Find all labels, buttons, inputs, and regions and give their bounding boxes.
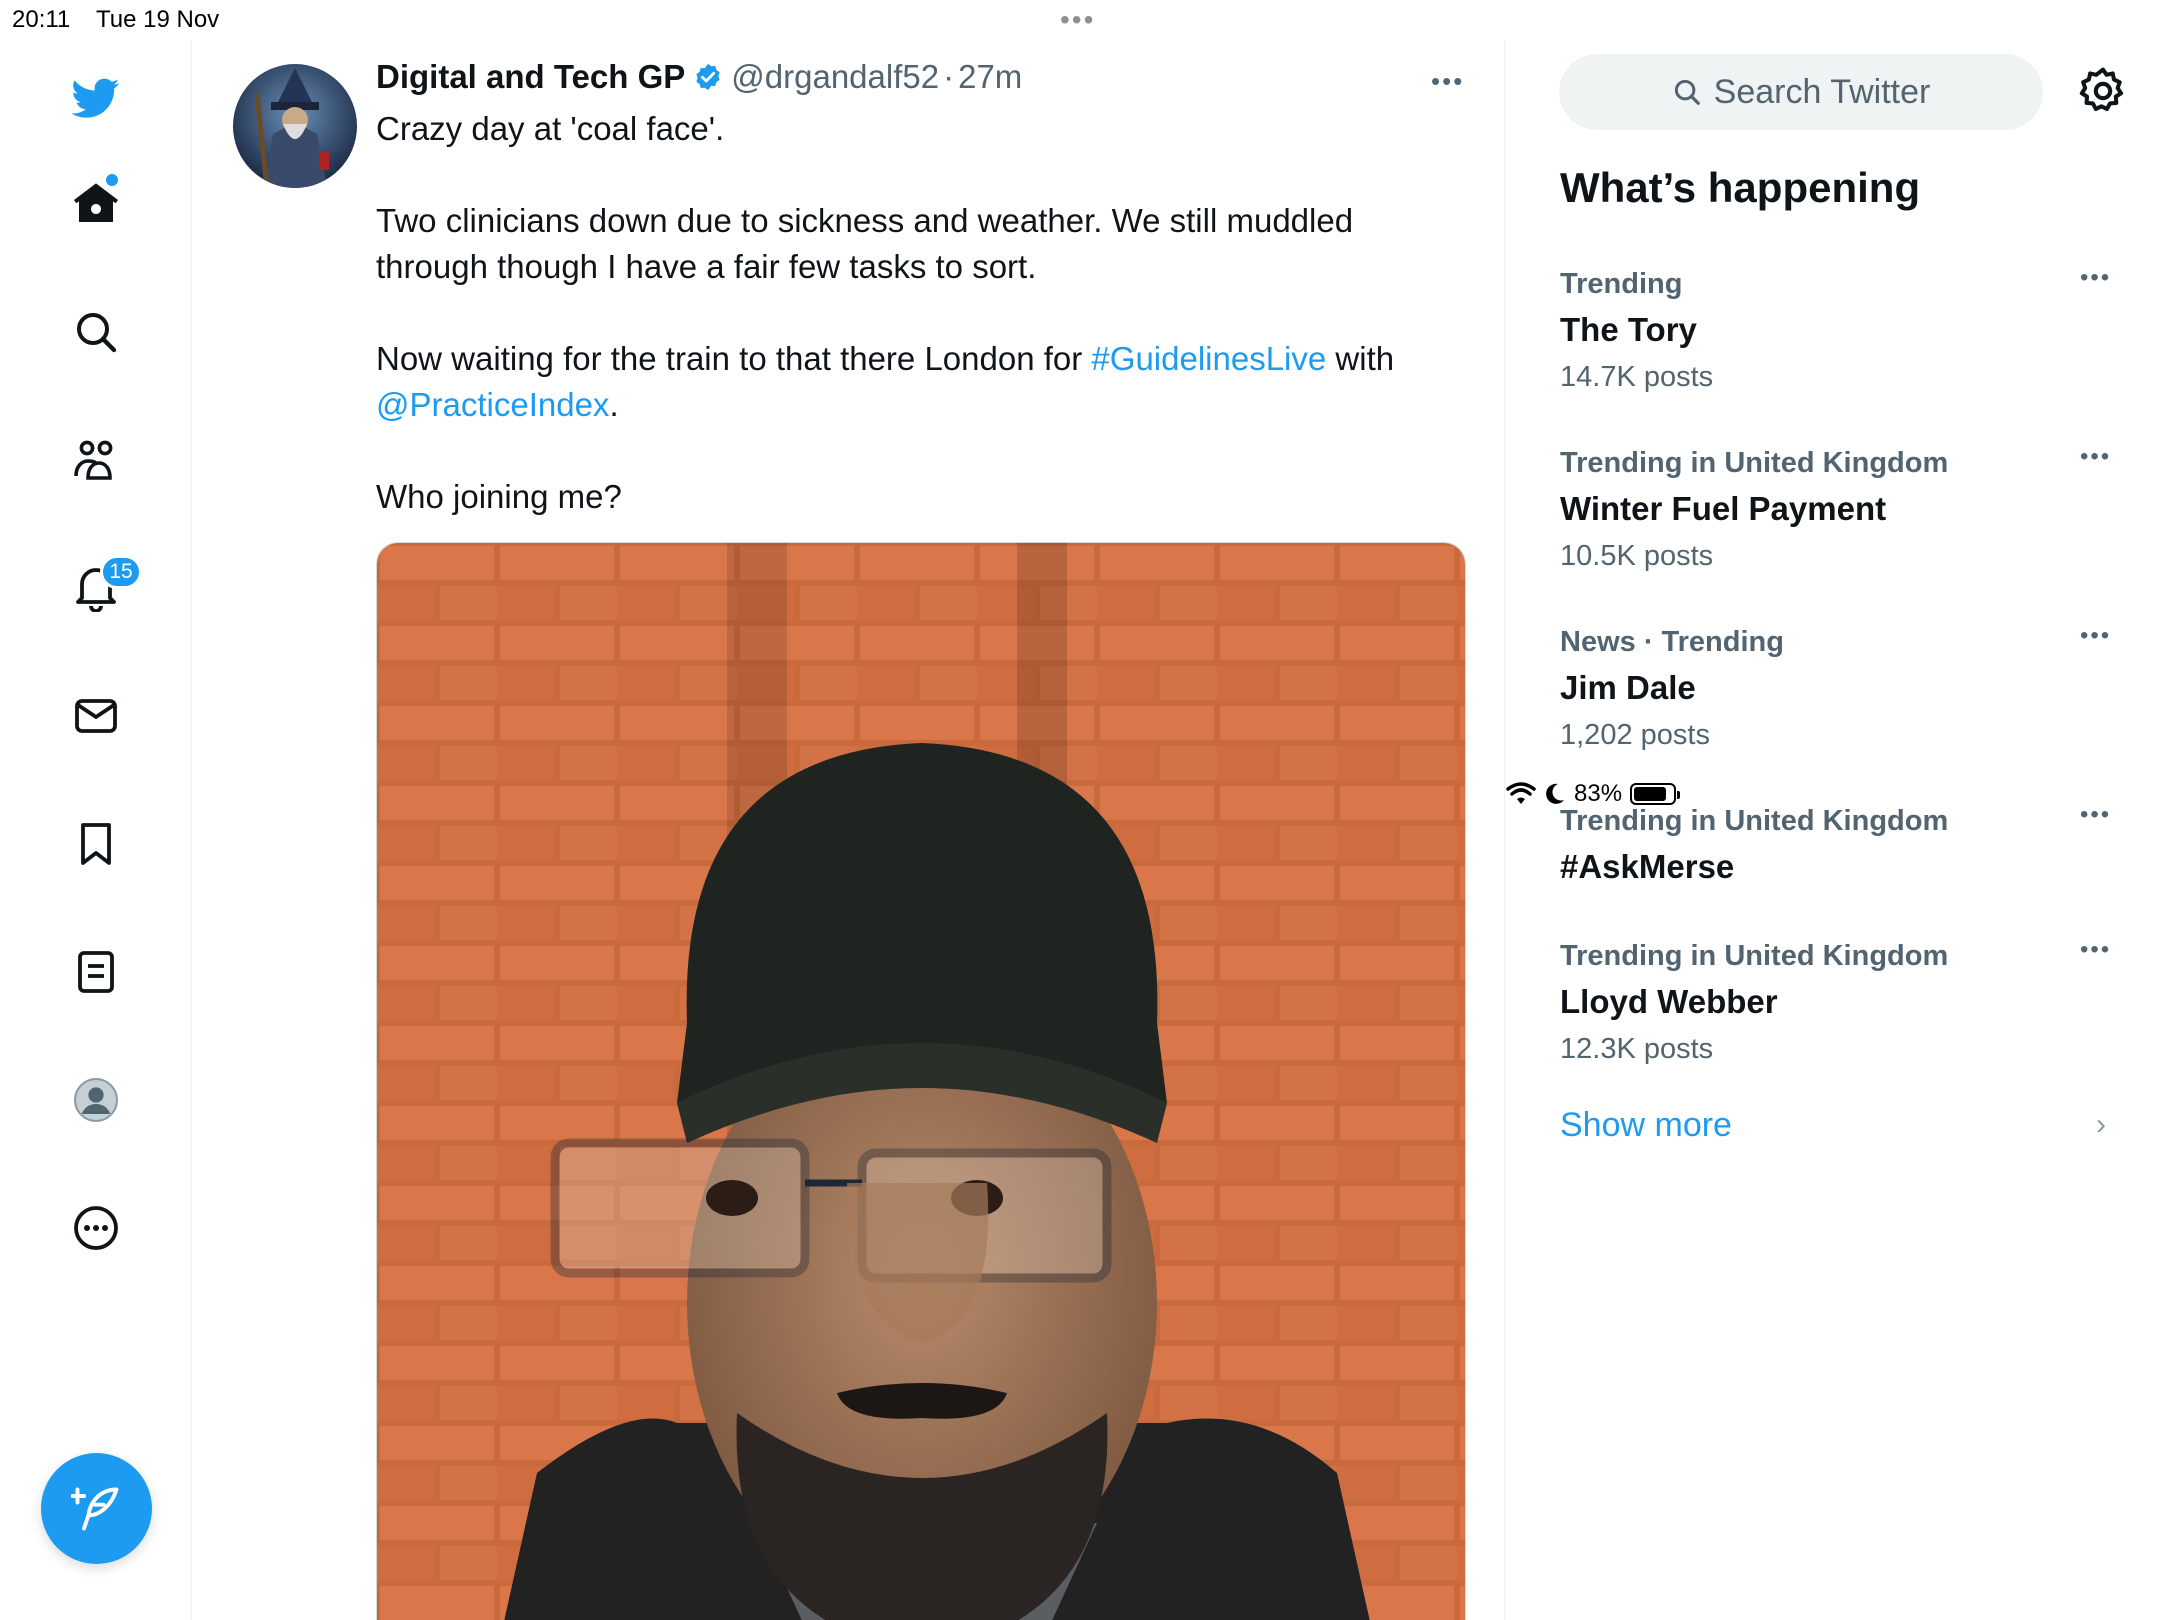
verified-badge-icon <box>696 63 720 91</box>
messages-icon[interactable] <box>66 686 126 746</box>
trend-count: 1,202 posts <box>1560 719 1710 751</box>
trend-more-icon[interactable]: ••• <box>2080 622 2111 650</box>
trend-item[interactable]: Trending in United Kingdom #AskMerse ••• <box>1560 801 2120 886</box>
settings-gear-icon[interactable] <box>2076 64 2130 118</box>
chevron-right-icon[interactable]: › <box>2096 1108 2106 1142</box>
tweet-header: Digital and Tech GP @drgandalf52 · 27m <box>376 58 1022 96</box>
tweet-text-segment: . <box>609 386 619 423</box>
status-date: Tue 19 Nov <box>96 6 220 33</box>
trend-item[interactable]: Trending in United Kingdom Lloyd Webber … <box>1560 936 2120 1066</box>
tweet-line: Now waiting for the train to that there … <box>376 336 1456 428</box>
trend-topic: Lloyd Webber <box>1560 983 1778 1020</box>
more-icon[interactable] <box>66 1198 126 1258</box>
author-avatar[interactable] <box>233 64 357 188</box>
show-more-link[interactable]: Show more <box>1560 1106 1732 1145</box>
tweet-text: Crazy day at 'coal face'. Two clinicians… <box>376 106 1456 520</box>
tweet-more-options-icon[interactable]: ••• <box>1431 66 1464 97</box>
mention-link[interactable]: @PracticeIndex <box>376 386 609 423</box>
trend-context: Trending in United Kingdom <box>1560 447 1949 479</box>
trend-count: 14.7K posts <box>1560 361 1714 393</box>
header-separator: · <box>943 58 955 95</box>
tweet-line: Crazy day at 'coal face'. <box>376 110 725 147</box>
tweet-text-segment: with <box>1326 340 1395 377</box>
search-placeholder: Search Twitter <box>1713 72 1931 111</box>
trend-item[interactable]: Trending in United Kingdom Winter Fuel P… <box>1560 443 2120 573</box>
trend-context: Trending in United Kingdom <box>1560 805 1949 837</box>
twitter-logo-icon[interactable] <box>66 68 126 128</box>
author-name[interactable]: Digital and Tech GP <box>376 58 685 96</box>
communities-icon[interactable] <box>66 430 126 490</box>
compose-icon <box>70 1487 118 1530</box>
whats-happening-title: What’s happening <box>1560 164 1921 211</box>
home-unread-dot <box>106 174 118 186</box>
trend-topic: Jim Dale <box>1560 669 1696 706</box>
trend-more-icon[interactable]: ••• <box>2080 443 2111 471</box>
tweet-timestamp[interactable]: 27m <box>958 58 1022 96</box>
tweet-text-segment: Now waiting for the train to that there … <box>376 340 1092 377</box>
trend-item[interactable]: Trending The Tory 14.7K posts ••• <box>1560 264 2120 394</box>
bookmarks-icon[interactable] <box>66 814 126 874</box>
tweet-photo[interactable] <box>376 542 1466 1620</box>
tweet-line: Two clinicians down due to sickness and … <box>376 202 1354 285</box>
author-handle[interactable]: @drgandalf52 <box>731 58 939 96</box>
hashtag-link[interactable]: #GuidelinesLive <box>1091 340 1326 377</box>
trend-context: Trending in United Kingdom <box>1560 940 1949 972</box>
trend-more-icon[interactable]: ••• <box>2080 801 2111 829</box>
multitasking-dots-icon[interactable]: ••• <box>1060 4 1095 36</box>
trend-count: 12.3K posts <box>1560 1033 1714 1065</box>
compose-button[interactable] <box>41 1453 152 1564</box>
trend-more-icon[interactable]: ••• <box>2080 936 2111 964</box>
search-input[interactable]: Search Twitter <box>1559 54 2043 130</box>
left-nav: 15 <box>0 40 192 1620</box>
trend-topic: Winter Fuel Payment <box>1560 490 1887 527</box>
search-icon[interactable] <box>66 302 126 362</box>
trend-item[interactable]: News · Trending Jim Dale 1,202 posts ••• <box>1560 622 2120 752</box>
status-time: 20:11 <box>12 6 71 33</box>
trend-topic: The Tory <box>1560 311 1697 348</box>
notifications-badge: 15 <box>100 555 142 589</box>
trend-topic: #AskMerse <box>1560 848 1735 885</box>
trend-context: News · Trending <box>1560 626 1784 658</box>
right-sidebar: Search Twitter What’s happening Trending… <box>1506 40 2160 1620</box>
search-icon <box>1674 79 1700 105</box>
trend-more-icon[interactable]: ••• <box>2080 264 2111 292</box>
trend-count: 10.5K posts <box>1560 540 1714 572</box>
status-bar: 20:11 Tue 19 Nov ••• 83% <box>0 0 2160 807</box>
lists-icon[interactable] <box>66 942 126 1002</box>
tweet-line: Who joining me? <box>376 478 622 515</box>
trend-context: Trending <box>1560 268 1683 300</box>
tweet-detail: Digital and Tech GP @drgandalf52 · 27m •… <box>193 40 1505 1620</box>
profile-icon[interactable] <box>66 1070 126 1130</box>
